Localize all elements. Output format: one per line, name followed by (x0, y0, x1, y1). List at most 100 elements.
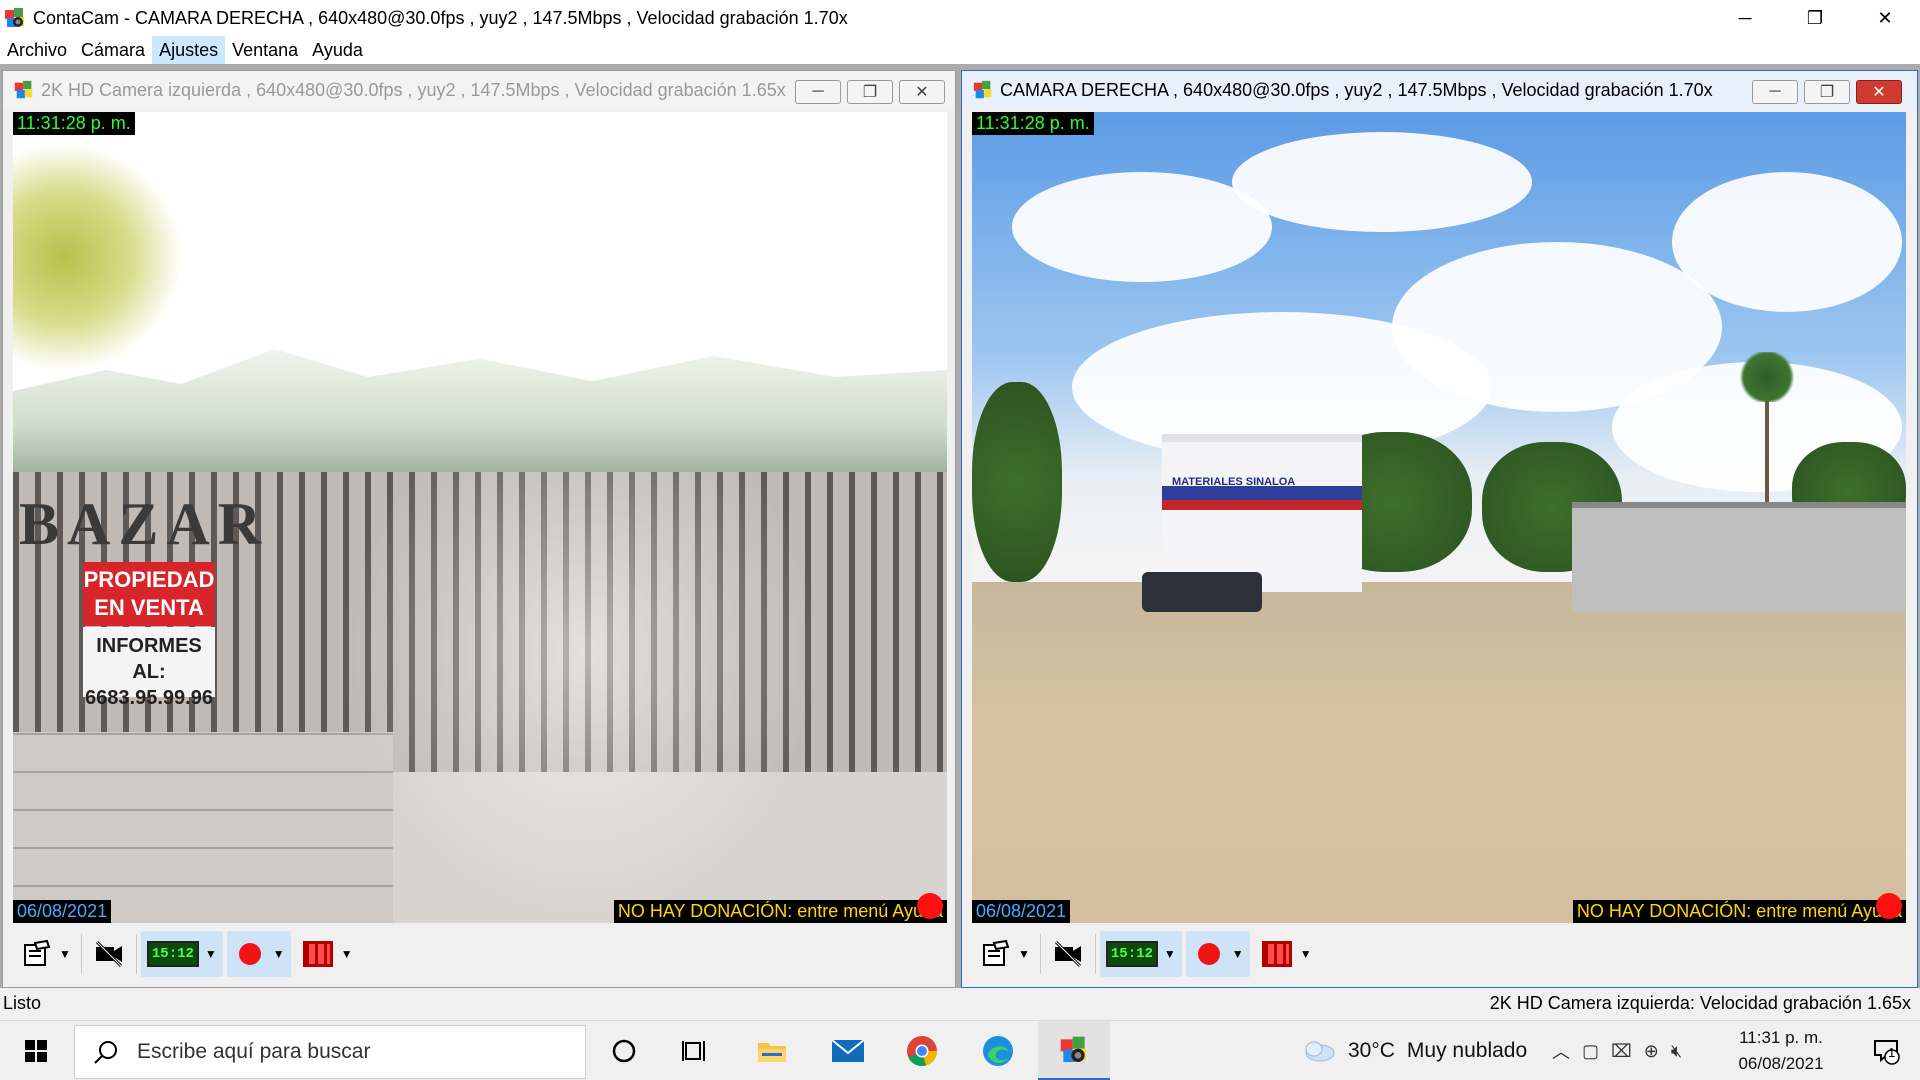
taskbar-search[interactable] (74, 1025, 586, 1079)
volume-muted-icon[interactable]: 🔇︎ (1671, 1041, 1682, 1062)
scene-cloud (1232, 132, 1532, 232)
search-icon (94, 1041, 117, 1064)
meet-now-icon[interactable]: ▢ (1582, 1041, 1599, 1062)
show-hidden-icons-chevron-up-icon[interactable]: ︿ (1552, 1038, 1570, 1064)
clock-display-icon: 15:12 (1105, 941, 1158, 967)
edge-button[interactable] (962, 1021, 1034, 1080)
child-restore-button[interactable]: ❐ (847, 80, 893, 104)
scene-dirt-road (972, 582, 1906, 923)
record-button[interactable]: ▼ (1185, 931, 1250, 977)
timestamp-button[interactable]: 15:12 ▼ (1099, 931, 1182, 977)
menu-ventana[interactable]: Ventana (225, 36, 305, 64)
scene-tree (972, 382, 1062, 582)
camera-window-right-title: CAMARA DERECHA , 640x480@30.0fps , yuy2 … (1000, 79, 1713, 100)
taskbar-clock[interactable]: 11:31 p. m. 06/08/2021 (1716, 1025, 1846, 1077)
child-restore-button[interactable]: ❐ (1804, 80, 1850, 104)
app-title-bar[interactable]: ContaCam - CAMARA DERECHA , 640x480@30.0… (0, 0, 1920, 36)
chevron-down-icon: ▼ (1231, 947, 1244, 961)
grid-icon-shape (1261, 941, 1292, 967)
camera-settings-button[interactable]: ▼ (13, 931, 77, 977)
chevron-down-icon: ▼ (340, 947, 353, 961)
search-input[interactable] (137, 1040, 557, 1064)
camera-feed-left[interactable]: BAZAR PROPIEDAD EN VENTA INFORMES AL: 66… (13, 112, 947, 923)
globe-language-icon[interactable]: ⊕ (1644, 1041, 1659, 1062)
restore-icon: ❐ (1819, 84, 1835, 101)
mail-button[interactable] (812, 1021, 884, 1080)
child-close-button[interactable]: ✕ (899, 80, 945, 104)
chevron-down-icon: ▼ (1018, 947, 1030, 961)
menu-archivo[interactable]: Archivo (0, 36, 74, 64)
record-icon (1192, 937, 1226, 971)
record-icon (233, 937, 267, 971)
camera-image-right: MATERIALES SINALOA (972, 112, 1906, 923)
child-minimize-button[interactable]: ─ (1752, 80, 1798, 104)
task-view-icon (682, 1041, 705, 1061)
chevron-down-icon: ▼ (1299, 947, 1312, 961)
toolbar-separator (1039, 934, 1041, 974)
camera-off-button[interactable] (86, 931, 132, 977)
timestamp-button[interactable]: 15:12 ▼ (140, 931, 223, 977)
windows-logo-icon (25, 1040, 47, 1062)
camera-window-left-title-bar[interactable]: 2K HD Camera izquierda , 640x480@30.0fps… (3, 71, 955, 109)
camera-off-icon (1051, 937, 1085, 971)
layout-grid-button[interactable]: ▼ (295, 931, 359, 977)
recording-indicator-icon (1876, 893, 1902, 919)
camera-window-right-title-bar[interactable]: CAMARA DERECHA , 640x480@30.0fps , yuy2 … (962, 71, 1917, 109)
chevron-down-icon: ▼ (204, 947, 217, 961)
camera-toolbar-right: ▼ 15:12 ▼ ▼ ▼ (972, 929, 1318, 979)
notification-icon (1874, 1040, 1900, 1065)
scene-block-wall (13, 732, 393, 923)
overlay-donation: NO HAY DONACIÓN: entre menú Ayuda (1572, 900, 1906, 923)
restore-button[interactable]: ❐ (1780, 0, 1850, 36)
minimize-button[interactable]: ─ (1710, 0, 1780, 36)
grid-icon-shape (302, 941, 333, 967)
cortana-button[interactable] (588, 1021, 660, 1080)
close-icon: ✕ (1872, 84, 1886, 101)
grid-icon (301, 937, 335, 971)
weather-widget[interactable]: 30°C Muy nublado (1302, 1021, 1527, 1080)
scene-haze (343, 472, 823, 923)
network-disconnected-icon[interactable]: ⌧ (1611, 1041, 1632, 1062)
clock-date: 06/08/2021 (1738, 1054, 1824, 1073)
record-button[interactable]: ▼ (226, 931, 291, 977)
status-ready: Listo (3, 993, 42, 1013)
child-minimize-button[interactable]: ─ (795, 80, 841, 104)
scene-info-sign-line1: INFORMES AL: (96, 635, 202, 683)
cloudy-weather-icon (1305, 1041, 1335, 1062)
menu-ayuda[interactable]: Ayuda (305, 36, 370, 64)
contacam-camera-icon (973, 80, 992, 99)
overlay-time: 11:31:28 p. m. (972, 112, 1094, 135)
task-view-button[interactable] (660, 1021, 732, 1080)
menu-camara[interactable]: Cámara (74, 36, 152, 64)
start-button[interactable] (0, 1021, 72, 1080)
layout-grid-button[interactable]: ▼ (1254, 931, 1318, 977)
close-button[interactable]: ✕ (1850, 0, 1920, 36)
mail-icon (831, 1039, 865, 1062)
scene-bazar-sign: BAZAR (19, 491, 270, 557)
file-explorer-button[interactable] (736, 1021, 808, 1080)
camera-feed-right[interactable]: MATERIALES SINALOA 11:31:28 p. m. 06/08/… (972, 112, 1906, 923)
child-close-button[interactable]: ✕ (1856, 80, 1902, 104)
overlay-date: 06/08/2021 (972, 900, 1071, 923)
folder-icon (758, 1043, 786, 1062)
scene-store-sign: MATERIALES SINALOA (1172, 476, 1296, 488)
camera-window-left[interactable]: 2K HD Camera izquierda , 640x480@30.0fps… (2, 70, 956, 988)
restore-icon: ❐ (862, 84, 878, 101)
close-icon: ✕ (915, 84, 929, 101)
menu-ajustes[interactable]: Ajustes (152, 36, 226, 64)
status-bar: Listo 2K HD Camera izquierda: Velocidad … (0, 990, 1920, 1016)
weather-temperature: 30°C (1348, 1039, 1395, 1062)
camera-window-right[interactable]: CAMARA DERECHA , 640x480@30.0fps , yuy2 … (961, 70, 1918, 988)
camera-settings-button[interactable]: ▼ (972, 931, 1036, 977)
camera-off-button[interactable] (1045, 931, 1091, 977)
recording-indicator-icon (917, 893, 943, 919)
minimize-icon: ─ (812, 83, 824, 100)
action-center-button[interactable]: 1 (1856, 1021, 1916, 1080)
contacam-camera-icon (14, 80, 33, 99)
toolbar-separator (135, 934, 137, 974)
scene-shed (1572, 502, 1906, 612)
contacam-taskbar-button[interactable] (1038, 1021, 1110, 1080)
chrome-button[interactable] (886, 1021, 958, 1080)
overlay-date: 06/08/2021 (13, 900, 112, 923)
settings-clipboard-icon (19, 937, 53, 971)
